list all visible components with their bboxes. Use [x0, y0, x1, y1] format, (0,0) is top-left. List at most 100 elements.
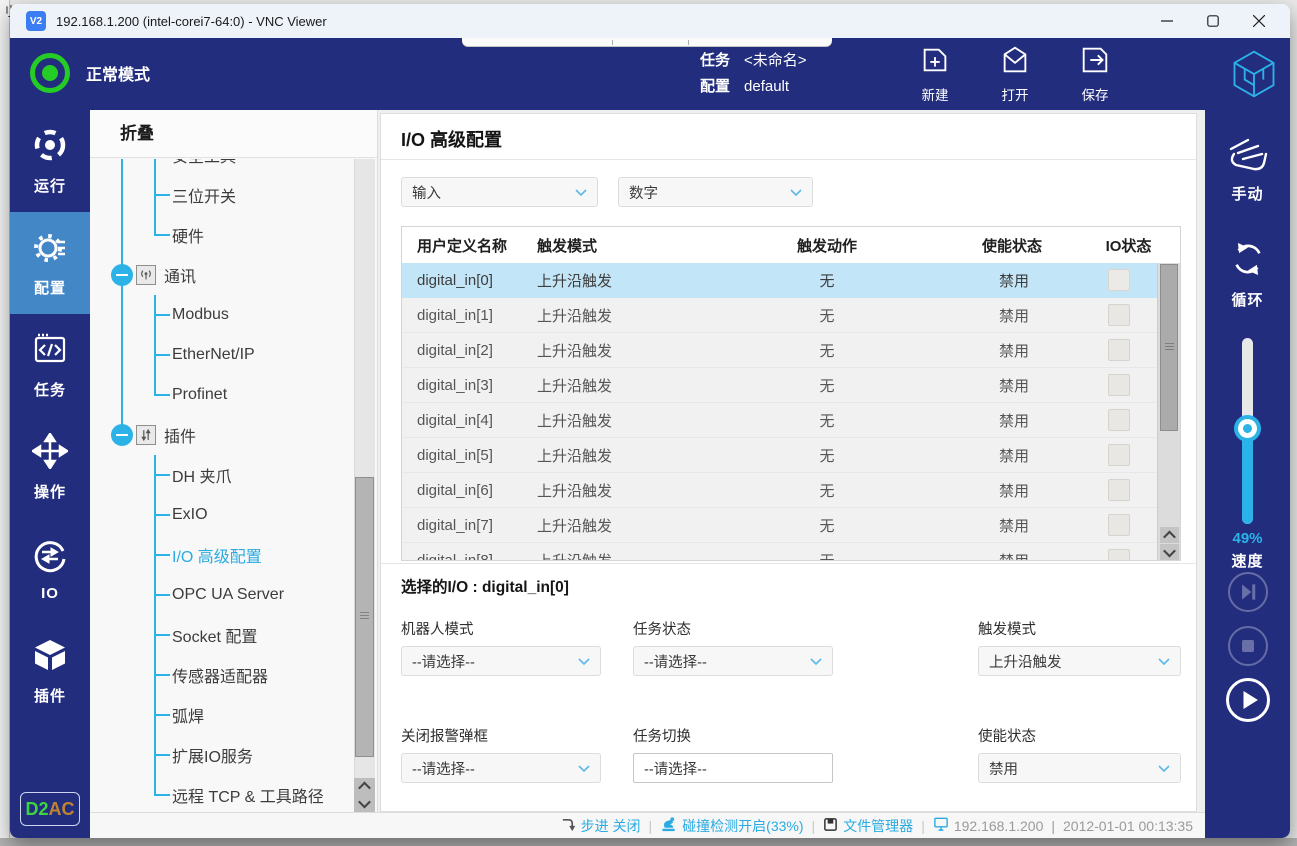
io-state-checkbox[interactable]: [1108, 549, 1130, 561]
tree-item[interactable]: 弧焊: [90, 695, 353, 735]
io-state-checkbox[interactable]: [1108, 479, 1130, 501]
io-direction-select[interactable]: 输入: [401, 177, 598, 207]
tree-item[interactable]: I/O 高级配置: [90, 535, 353, 575]
vnc-toolbar-tab[interactable]: [462, 38, 832, 46]
io-state-checkbox[interactable]: [1108, 444, 1130, 466]
table-scrollbar-thumb[interactable]: [1160, 264, 1178, 431]
speed-slider-thumb[interactable]: [1234, 415, 1261, 442]
io-table-row[interactable]: digital_in[0] 上升沿触发 无 禁用: [402, 263, 1159, 298]
tree-scroll-up-button[interactable]: [354, 778, 375, 795]
tree-item[interactable]: EtherNet/IP: [90, 335, 353, 375]
sliders-icon: [136, 425, 156, 445]
nav-item-io[interactable]: IO: [10, 518, 90, 620]
file-manager-button[interactable]: 文件管理器: [823, 816, 913, 836]
tree-item[interactable]: Socket 配置: [90, 615, 353, 655]
tree-item-label: 硬件: [172, 223, 204, 247]
io-table-row[interactable]: digital_in[5] 上升沿触发 无 禁用: [402, 438, 1159, 473]
loop-mode-button[interactable]: 循环: [1205, 240, 1290, 310]
speed-label: 速度: [1205, 550, 1290, 571]
step-mode-toggle[interactable]: 步进 关闭: [561, 816, 641, 836]
tree-item-label: 远程 TCP & 工具路径: [172, 783, 324, 807]
tree-item[interactable]: ExIO: [90, 495, 353, 535]
form-field-select[interactable]: --请选择--: [633, 646, 833, 676]
trigger-mode-cell: 上升沿触发: [537, 305, 767, 326]
nav-item-run[interactable]: 运行: [10, 110, 90, 212]
io-table-header: 用户定义名称 触发模式 触发动作 使能状态 IO状态: [402, 227, 1180, 263]
io-table-row[interactable]: digital_in[3] 上升沿触发 无 禁用: [402, 368, 1159, 403]
tree-item-label: OPC UA Server: [172, 586, 284, 604]
tree-item[interactable]: 插件: [90, 415, 353, 455]
tree-item-label: EtherNet/IP: [172, 346, 255, 364]
config-label: 配置: [700, 78, 730, 95]
form-field-select[interactable]: --请选择--: [633, 753, 833, 783]
form-field-select[interactable]: 禁用: [978, 753, 1181, 783]
tree-item[interactable]: 传感器适配器: [90, 655, 353, 695]
manual-mode-button[interactable]: 手动: [1205, 134, 1290, 204]
io-table-row[interactable]: digital_in[4] 上升沿触发 无 禁用: [402, 403, 1159, 438]
io-state-checkbox[interactable]: [1108, 514, 1130, 536]
tree-item[interactable]: 扩展IO服务: [90, 735, 353, 775]
collapse-minus-icon[interactable]: [111, 264, 133, 286]
nav-item-plugin[interactable]: 插件: [10, 620, 90, 722]
hand-icon: [1226, 134, 1270, 177]
tree-branch-tick: [154, 714, 170, 716]
open-icon: [999, 44, 1031, 81]
tree-item[interactable]: OPC UA Server: [90, 575, 353, 615]
speed-slider[interactable]: [1242, 338, 1253, 524]
io-type-select[interactable]: 数字: [618, 177, 813, 207]
form-field-select[interactable]: --请选择--: [401, 753, 601, 783]
table-scroll-down-button[interactable]: [1160, 544, 1179, 560]
io-state-checkbox[interactable]: [1108, 304, 1130, 326]
nav-item-config[interactable]: 配置: [10, 212, 90, 314]
tree-branch-tick: [154, 394, 170, 396]
form-field-label: 使能状态: [978, 725, 1181, 746]
collision-detection-status[interactable]: 碰撞检测开启(33%): [660, 816, 803, 836]
tree-item[interactable]: Modbus: [90, 295, 353, 335]
form-field-select[interactable]: --请选择--: [401, 646, 601, 676]
io-name-cell: digital_in[2]: [402, 342, 537, 359]
io-state-checkbox[interactable]: [1108, 409, 1130, 431]
io-state-checkbox[interactable]: [1108, 269, 1130, 291]
save-button[interactable]: 保存: [1070, 44, 1120, 104]
nav-item-task[interactable]: 任务: [10, 314, 90, 416]
form-field: 任务状态 --请选择--: [633, 618, 833, 676]
maximize-button[interactable]: [1190, 4, 1236, 38]
chevron-down-icon: [575, 189, 587, 196]
table-scrollbar-track[interactable]: [1157, 263, 1180, 561]
tree-scroll-down-button[interactable]: [354, 795, 375, 812]
io-table-row[interactable]: digital_in[7] 上升沿触发 无 禁用: [402, 508, 1159, 543]
table-scroll-up-button[interactable]: [1160, 527, 1179, 543]
io-table-row[interactable]: digital_in[2] 上升沿触发 无 禁用: [402, 333, 1159, 368]
play-button[interactable]: [1226, 678, 1270, 722]
tree-item[interactable]: 硬件: [90, 215, 353, 255]
io-state-checkbox[interactable]: [1108, 339, 1130, 361]
close-button[interactable]: [1236, 4, 1282, 38]
tree-scrollbar-thumb[interactable]: [355, 477, 374, 757]
nav-item-operate[interactable]: 操作: [10, 416, 90, 518]
tree-item[interactable]: 通讯: [90, 255, 353, 295]
tree-item[interactable]: 三位开关: [90, 175, 353, 215]
form-field-select[interactable]: 上升沿触发: [978, 646, 1181, 676]
desktop-bottom-strip: [0, 838, 1297, 846]
antenna-icon: [136, 265, 156, 285]
tree-item[interactable]: Profinet: [90, 375, 353, 415]
step-forward-button[interactable]: [1228, 572, 1268, 612]
open-button[interactable]: 打开: [990, 44, 1040, 104]
tree-item[interactable]: 安全工具: [90, 159, 353, 175]
tree-collapse-header[interactable]: 折叠: [90, 110, 377, 158]
chevron-down-icon: [1158, 765, 1170, 772]
tree-item[interactable]: 远程 TCP & 工具路径: [90, 775, 353, 812]
trigger-mode-cell: 上升沿触发: [537, 480, 767, 501]
io-state-checkbox[interactable]: [1108, 374, 1130, 396]
io-table-row[interactable]: digital_in[6] 上升沿触发 无 禁用: [402, 473, 1159, 508]
stop-button[interactable]: [1228, 626, 1268, 666]
tree-item-label: 通讯: [164, 263, 196, 287]
trigger-mode-cell: 上升沿触发: [537, 550, 767, 562]
collapse-minus-icon[interactable]: [111, 424, 133, 446]
io-table-row[interactable]: digital_in[1] 上升沿触发 无 禁用: [402, 298, 1159, 333]
tree-item[interactable]: DH 夹爪: [90, 455, 353, 495]
title-bar: V2 192.168.1.200 (intel-corei7-64:0) - V…: [10, 4, 1290, 38]
new-task-button[interactable]: 新建: [910, 44, 960, 104]
io-table-row[interactable]: digital_in[8] 上升沿触发 无 禁用: [402, 543, 1159, 561]
minimize-button[interactable]: [1144, 4, 1190, 38]
